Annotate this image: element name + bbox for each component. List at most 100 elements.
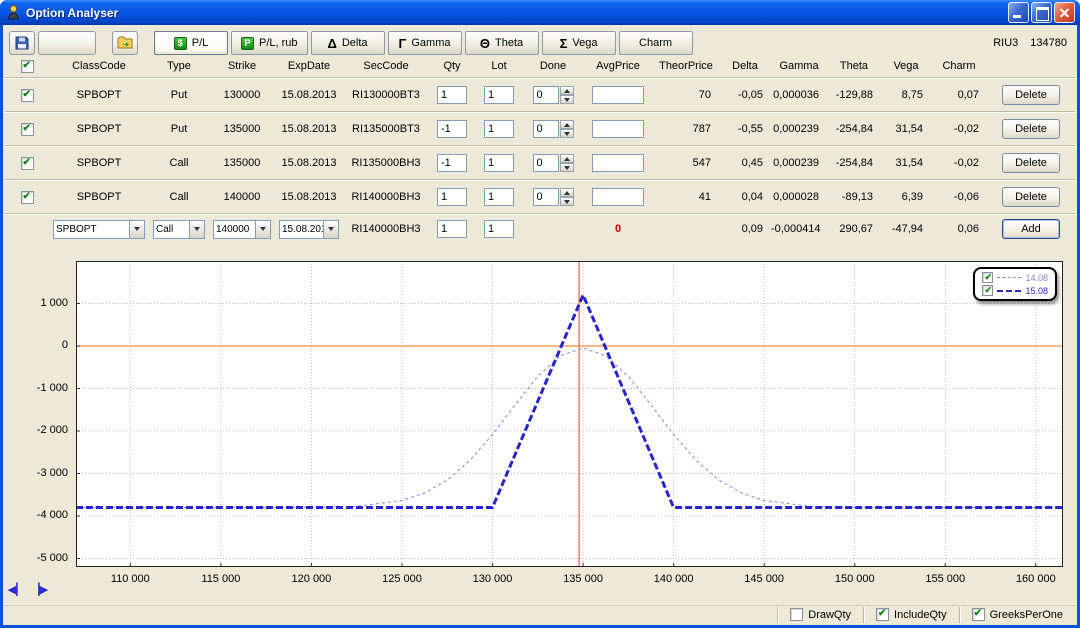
minimize-button[interactable] — [1008, 2, 1029, 23]
instrument-quote: RIU3 134780 — [993, 37, 1071, 49]
col-header-done: Done — [523, 60, 583, 72]
row-enabled-checkbox[interactable] — [21, 191, 34, 204]
spinner-down-icon[interactable] — [560, 197, 574, 206]
qty-input[interactable] — [437, 86, 467, 104]
theta-icon: Θ — [480, 37, 490, 50]
qty-input[interactable] — [437, 154, 467, 172]
classcode-select[interactable]: SPBOPT — [53, 220, 145, 239]
client-area: $ P/L P P/L, rub Δ Delta Γ Gamma Θ Theta… — [3, 25, 1077, 625]
x-tick-label: 125 000 — [367, 573, 437, 585]
col-header-classcode: ClassCode — [49, 60, 149, 72]
drawqty-checkbox[interactable]: DrawQty — [777, 607, 863, 623]
strike-select[interactable]: 140000 — [213, 220, 271, 239]
includeqty-checkbox[interactable]: IncludeQty — [863, 607, 959, 623]
done-spinner-input[interactable] — [533, 154, 559, 172]
avgprice-input[interactable] — [592, 120, 644, 138]
add-done-value: 0 — [583, 223, 653, 235]
qty-input[interactable] — [437, 188, 467, 206]
legend-item: 15.08 — [982, 285, 1048, 296]
pl-chart[interactable]: 14.08 15.08 — [76, 261, 1063, 567]
tab-theta[interactable]: Θ Theta — [465, 31, 539, 55]
col-header-seccode: SecCode — [343, 60, 429, 72]
tab-label: Charm — [639, 37, 672, 49]
save-button[interactable] — [9, 31, 35, 55]
add-button[interactable]: Add — [1002, 219, 1060, 239]
spinner-down-icon[interactable] — [560, 163, 574, 172]
status-bar: DrawQty IncludeQty GreeksPerOne — [5, 605, 1075, 623]
lot-input[interactable] — [484, 86, 514, 104]
positions-table: ClassCode Type Strike ExpDate SecCode Qt… — [5, 55, 1075, 243]
title-bar[interactable]: Option Analyser — [0, 0, 1080, 25]
avgprice-input[interactable] — [592, 154, 644, 172]
delete-button[interactable]: Delete — [1002, 187, 1060, 207]
close-button[interactable] — [1054, 2, 1075, 23]
legend-series2-checkbox[interactable] — [982, 285, 993, 296]
avgprice-input[interactable] — [592, 188, 644, 206]
done-spinner-input[interactable] — [533, 86, 559, 104]
spinner-up-icon[interactable] — [560, 188, 574, 197]
add-lot-input[interactable] — [484, 220, 514, 238]
add-vega-value: -47,94 — [881, 223, 931, 235]
avgprice-input[interactable] — [592, 86, 644, 104]
spinner-down-icon[interactable] — [560, 95, 574, 104]
expdate-value: 15.08.2013 — [275, 191, 343, 203]
series2-line-sample — [997, 290, 1021, 292]
delta-icon: Δ — [328, 37, 337, 50]
tab-charm[interactable]: Charm — [619, 31, 693, 55]
done-spinner-input[interactable] — [533, 120, 559, 138]
type-select[interactable]: Call — [153, 220, 205, 239]
delete-button[interactable]: Delete — [1002, 119, 1060, 139]
row-enabled-checkbox[interactable] — [21, 123, 34, 136]
tab-label: Gamma — [411, 37, 450, 49]
includeqty-label: IncludeQty — [894, 609, 947, 621]
lot-input[interactable] — [484, 154, 514, 172]
expdate-select[interactable]: 15.08.2013 — [279, 220, 339, 239]
gamma-value: 0,000036 — [771, 89, 827, 101]
qty-input[interactable] — [437, 120, 467, 138]
maximize-button[interactable] — [1031, 2, 1052, 23]
gamma-value: 0,000239 — [771, 123, 827, 135]
open-folder-button[interactable] — [112, 31, 138, 55]
x-tick-label: 115 000 — [186, 573, 256, 585]
gamma-icon: Γ — [399, 37, 407, 50]
delta-value: -0,05 — [719, 89, 771, 101]
add-qty-input[interactable] — [437, 220, 467, 238]
lot-input[interactable] — [484, 188, 514, 206]
lot-input[interactable] — [484, 120, 514, 138]
instrument-code: RIU3 — [993, 37, 1018, 49]
tab-vega[interactable]: Σ Vega — [542, 31, 616, 55]
greeksperone-checkbox[interactable]: GreeksPerOne — [959, 607, 1075, 623]
spinner-up-icon[interactable] — [560, 120, 574, 129]
y-tick-label: -3 000 — [6, 467, 68, 479]
chart-plot-area — [76, 261, 1063, 572]
tab-delta[interactable]: Δ Delta — [311, 31, 385, 55]
toolbar-blank-button[interactable] — [38, 31, 96, 55]
delta-value: 0,45 — [719, 157, 771, 169]
spinner-up-icon[interactable] — [560, 154, 574, 163]
charm-value: 0,07 — [931, 89, 987, 101]
strike-value: 135000 — [209, 123, 275, 135]
done-spinner-input[interactable] — [533, 188, 559, 206]
type-value: Call — [149, 191, 209, 203]
spinner-up-icon[interactable] — [560, 86, 574, 95]
row-enabled-checkbox[interactable] — [21, 89, 34, 102]
type-value: Put — [149, 123, 209, 135]
floppy-disk-icon — [14, 35, 30, 51]
tab-label: P/L, rub — [259, 37, 298, 49]
theorprice-value: 787 — [653, 123, 719, 135]
chart-scroll-left-icon[interactable] — [8, 585, 25, 596]
col-header-type: Type — [149, 60, 209, 72]
tab-pl[interactable]: $ P/L — [154, 31, 228, 55]
delete-button[interactable]: Delete — [1002, 153, 1060, 173]
select-all-checkbox[interactable] — [21, 60, 34, 73]
delete-button[interactable]: Delete — [1002, 85, 1060, 105]
chart-scroll-right-icon[interactable] — [31, 585, 48, 596]
add-charm-value: 0,06 — [931, 223, 987, 235]
tab-gamma[interactable]: Γ Gamma — [388, 31, 462, 55]
tab-pl-rub[interactable]: P P/L, rub — [231, 31, 308, 55]
table-row: SPBOPT Call 135000 15.08.2013 RI135000BH… — [5, 147, 1075, 179]
dropdown-arrow-icon — [129, 221, 144, 238]
legend-series1-checkbox[interactable] — [982, 272, 993, 283]
row-enabled-checkbox[interactable] — [21, 157, 34, 170]
spinner-down-icon[interactable] — [560, 129, 574, 138]
